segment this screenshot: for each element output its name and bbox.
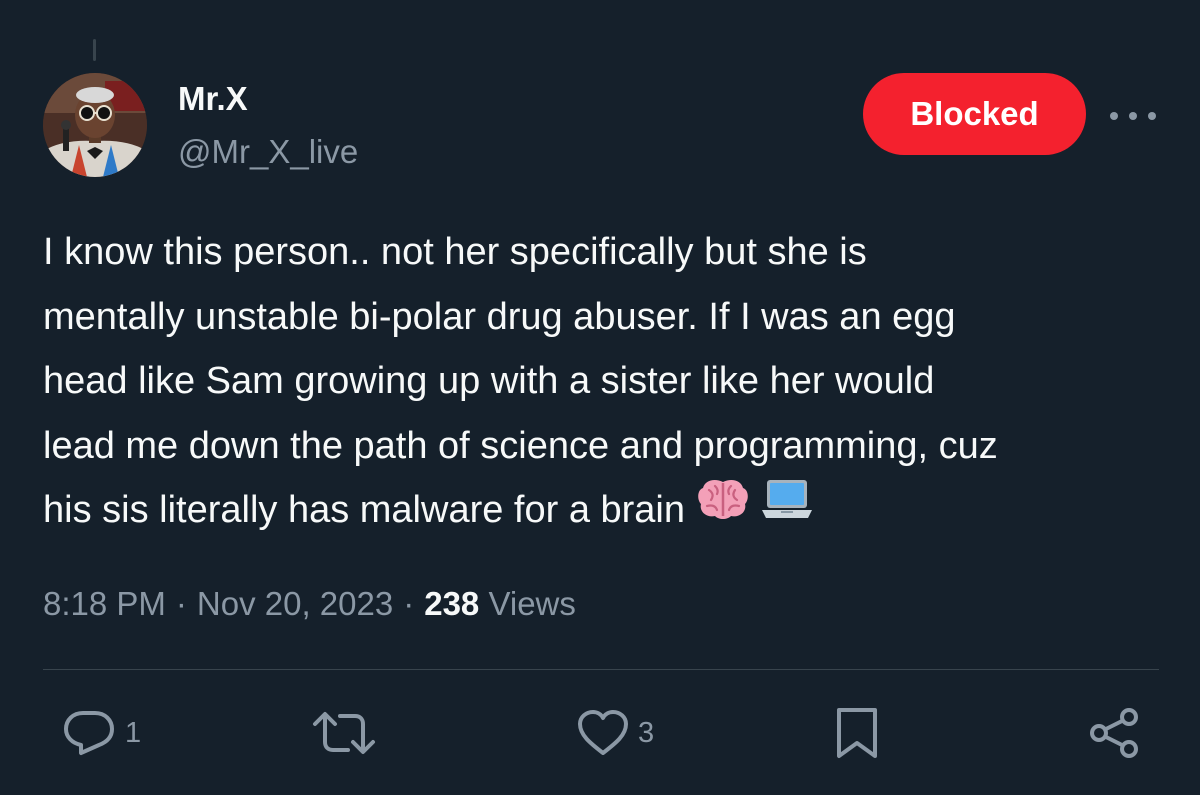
retweet-icon [313, 712, 375, 754]
more-horizontal-icon[interactable] [1110, 106, 1156, 126]
more-dot [1148, 112, 1156, 120]
views-count[interactable]: 238 [424, 585, 479, 622]
reply-icon [64, 711, 114, 755]
meta-separator: · [403, 585, 415, 622]
heart-icon [578, 710, 628, 755]
more-dot [1110, 112, 1118, 120]
tweet-meta: 8:18 PM · Nov 20, 2023 · 238 Views [43, 582, 576, 626]
like-button[interactable]: 3 [576, 708, 654, 758]
tweet-time[interactable]: 8:18 PM [43, 585, 166, 622]
author-display-name[interactable]: Mr.X [178, 80, 248, 118]
tweet-date[interactable]: Nov 20, 2023 [197, 585, 393, 622]
tweet-text-line: his sis literally has malware for a brai… [43, 489, 686, 531]
tweet-text-line: lead me down the path of science and pro… [43, 424, 998, 467]
divider [43, 669, 1159, 670]
tweet-text-line: I know this person.. not her specificall… [43, 231, 867, 273]
views-label[interactable]: Views [488, 585, 575, 622]
avatar[interactable] [43, 73, 147, 177]
laptop-emoji [761, 476, 813, 541]
tweet-text: I know this person.. not her specificall… [43, 220, 1163, 543]
tweet-text-line: mentally unstable bi-polar drug abuser. … [43, 295, 956, 338]
thread-connector-line [93, 39, 96, 61]
brain-emoji [697, 476, 749, 541]
tweet-text-line-last: his sis literally has malware for a brai… [43, 478, 1163, 543]
reply-count: 1 [125, 716, 142, 749]
meta-separator: · [175, 585, 187, 622]
share-button[interactable] [1088, 708, 1142, 758]
bookmark-button[interactable] [835, 708, 879, 758]
tweet-text-line: head like Sam growing up with a sister l… [43, 360, 935, 402]
like-count: 3 [638, 716, 655, 749]
more-dot [1129, 112, 1137, 120]
bookmark-icon [837, 708, 877, 758]
share-icon [1090, 708, 1138, 758]
author-handle[interactable]: @Mr_X_live [178, 133, 358, 171]
reply-button[interactable]: 1 [61, 708, 141, 758]
retweet-button[interactable] [312, 708, 384, 758]
blocked-button[interactable]: Blocked [863, 73, 1086, 155]
